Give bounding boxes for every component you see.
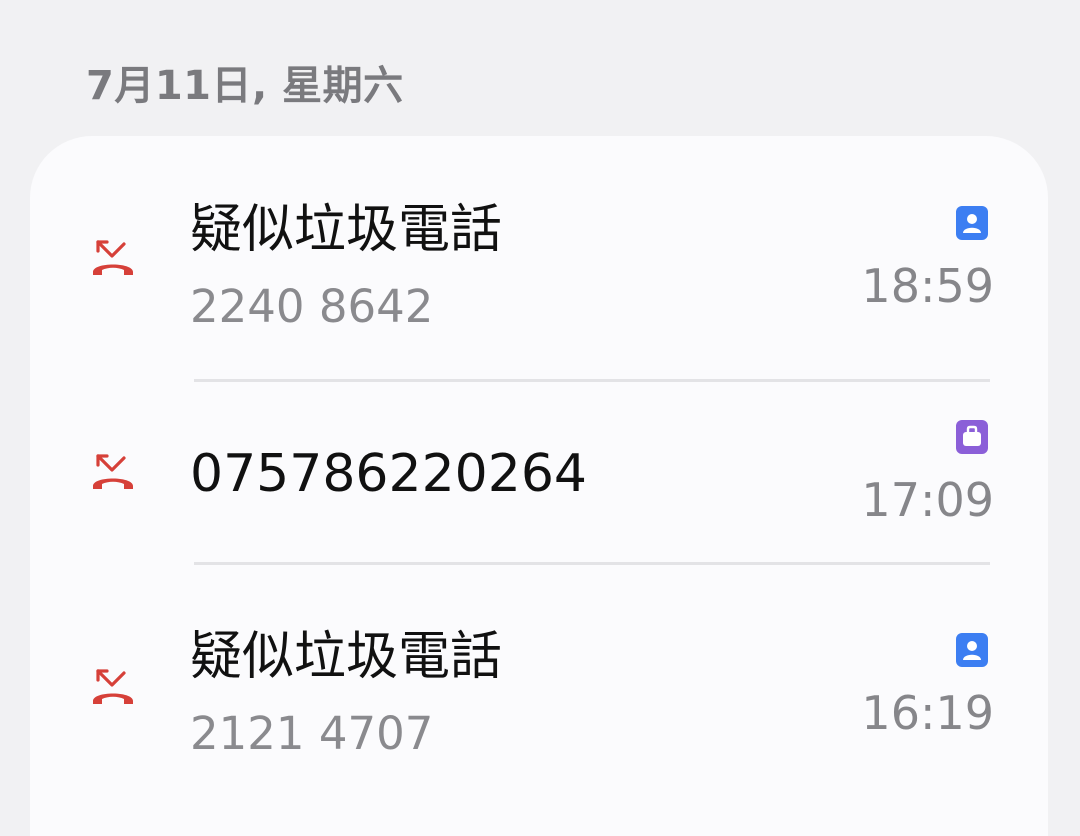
call-time: 17:09: [861, 473, 994, 527]
caller-name: 疑似垃圾電話: [190, 200, 503, 260]
call-log-item[interactable]: 疑似垃圾電話 2121 4707 16:19: [30, 565, 1048, 805]
caller-name: 疑似垃圾電話: [190, 627, 503, 687]
contact-card-icon: [956, 633, 988, 667]
work-briefcase-icon: [956, 420, 988, 454]
call-time: 16:19: [861, 686, 994, 740]
call-time: 18:59: [861, 259, 994, 313]
missed-call-icon: [93, 669, 133, 704]
caller-name: 075786220264: [190, 444, 588, 504]
call-log-card: 疑似垃圾電話 2240 8642 18:59 075786220264 17:0…: [30, 136, 1048, 836]
call-log-item[interactable]: 疑似垃圾電話 2240 8642 18:59: [30, 136, 1048, 380]
missed-call-icon: [93, 240, 133, 275]
call-log-item[interactable]: 075786220264 17:09: [30, 382, 1048, 562]
missed-call-icon: [93, 454, 133, 489]
date-header: 7月11日, 星期六: [86, 63, 404, 109]
contact-card-icon: [956, 206, 988, 240]
caller-number: 2240 8642: [190, 280, 434, 333]
caller-number: 2121 4707: [190, 707, 434, 760]
